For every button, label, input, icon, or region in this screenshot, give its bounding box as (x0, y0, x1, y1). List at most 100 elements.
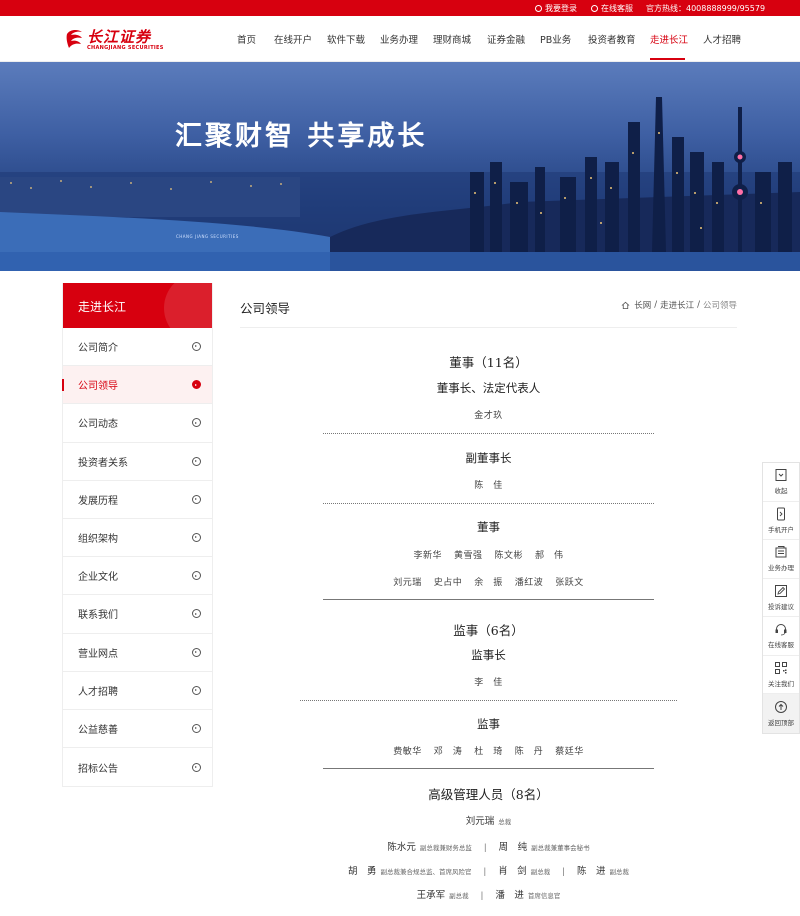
nav-active-underline (650, 58, 685, 60)
chevron-right-circle-icon (192, 380, 201, 390)
chevron-right-circle-icon (192, 723, 201, 733)
supervisor-members-title: 监事 (477, 717, 500, 731)
breadcrumb-current: 公司领导 (702, 301, 737, 311)
manager-role: 副总裁兼合规总监、首席风险官 (380, 868, 472, 876)
chevron-right-circle-icon (192, 456, 201, 466)
nav-business[interactable]: 业务办理 (380, 32, 418, 46)
manager-name: 陈 进 (576, 866, 606, 877)
online-service-label: 在线客服 (601, 4, 633, 13)
management-row-3: 胡 勇副总裁兼合规总监、首席风险官 | 肖 剑副总裁 | 陈 进副总裁 (348, 866, 629, 877)
sidebar-item-label: 企业文化 (78, 572, 118, 584)
sidebar-item-history[interactable]: 发展历程 (63, 481, 212, 519)
sidebar-item-branches[interactable]: 营业网点 (63, 634, 212, 672)
complaint-button[interactable]: 投诉建议 (763, 579, 799, 617)
supervisor-name: 蔡廷华 (555, 747, 584, 757)
manager-role: 副总裁 (449, 892, 469, 900)
sidebar-item-organization[interactable]: 组织架构 (63, 519, 212, 558)
manager-name: 王承军 (416, 890, 446, 901)
chevron-right-circle-icon (192, 685, 201, 695)
business-handling-button[interactable]: 业务办理 (763, 540, 799, 579)
nav-open-account[interactable]: 在线开户 (274, 32, 312, 46)
sidebar-item-label: 营业网点 (78, 648, 118, 660)
nav-investor-education[interactable]: 投资者教育 (588, 32, 636, 46)
manager-name: 肖 剑 (498, 866, 527, 877)
sidebar-item-culture[interactable]: 企业文化 (63, 557, 212, 596)
director-name: 李新华 (413, 551, 442, 561)
management-title: 高级管理人员（8名） (428, 787, 549, 802)
online-service-button[interactable]: 在线客服 (763, 617, 799, 656)
sidebar-item-tenders[interactable]: 招标公告 (63, 748, 212, 786)
sidebar: 走进长江 公司简介 公司领导 公司动态 投资者关系 发展历程 组织架构 企业文化… (62, 283, 213, 788)
sidebar-item-label: 发展历程 (78, 495, 118, 507)
back-to-top-button[interactable]: 返回顶部 (763, 694, 799, 733)
follow-us-button[interactable]: 关注我们 (763, 656, 799, 694)
nav-securities-finance[interactable]: 证券金融 (487, 32, 525, 46)
supervisor-name: 杜 琦 (474, 747, 503, 757)
sidebar-item-label: 公司领导 (78, 381, 118, 393)
director-name: 郝 伟 (535, 551, 564, 561)
sidebar-item-contact[interactable]: 联系我们 (63, 595, 212, 634)
online-service-label: 在线客服 (768, 641, 794, 650)
header: 长江证券 CHANGJIANG SECURITIES 首页 在线开户 软件下载 … (0, 16, 800, 62)
director-name: 陈文彬 (494, 551, 524, 561)
edit-pen-icon (775, 584, 787, 597)
nav-software-download[interactable]: 软件下载 (327, 32, 365, 46)
follow-us-label: 关注我们 (768, 679, 794, 688)
sidebar-item-company-leaders[interactable]: 公司领导 (62, 366, 212, 405)
nav-wealth-mall[interactable]: 理财商城 (433, 32, 471, 46)
director-name: 张跃文 (555, 578, 584, 588)
director-name: 刘元瑞 (393, 578, 422, 588)
headset-icon (591, 5, 598, 12)
chair-title: 董事长、法定代表人 (436, 381, 541, 395)
sidebar-item-charity[interactable]: 公益慈善 (63, 710, 212, 749)
chevron-right-circle-icon (192, 494, 201, 504)
management-row-2: 陈水元 副总裁兼财务总监 | 周 纯副总裁兼董事会秘书 (387, 842, 590, 853)
chevron-right-circle-icon (192, 647, 201, 657)
banner-slogan: 汇聚财智 共享成长 (175, 121, 428, 152)
collapse-button[interactable]: 收起 (763, 463, 799, 502)
arrow-up-circle-icon (775, 700, 787, 713)
director-name: 黄雪强 (453, 551, 483, 561)
breadcrumb: 长网 / 走进长江 / 公司领导 (621, 299, 737, 311)
management-row-4: 王承军 副总裁 | 潘 进首席信息官 (416, 890, 561, 901)
nav-careers[interactable]: 人才招聘 (703, 32, 741, 46)
sidebar-title-decoration (164, 283, 212, 328)
director-name: 潘红波 (514, 578, 544, 588)
sidebar-item-label: 投资者关系 (78, 457, 128, 469)
breadcrumb-about[interactable]: 走进长江 (660, 299, 694, 311)
hero-banner: 汇聚财智 共享成长 CHANG JIANG SECURITIES (0, 62, 800, 271)
section-divider (323, 768, 654, 769)
collapse-icon (775, 469, 787, 482)
section-divider (323, 599, 654, 600)
sidebar-item-careers[interactable]: 人才招聘 (63, 672, 212, 710)
nav-home[interactable]: 首页 (237, 32, 256, 46)
page-title: 公司领导 (240, 301, 291, 316)
breadcrumb-home[interactable]: 长网 (634, 299, 651, 311)
nav-about[interactable]: 走进长江 (650, 32, 688, 46)
nav-pb-business[interactable]: PB业务 (540, 32, 571, 46)
chief-supervisor-name: 李 佳 (474, 678, 503, 688)
login-link[interactable]: 我要登录 (535, 3, 577, 14)
user-icon (535, 5, 542, 12)
directors-title: 董事 (477, 520, 500, 534)
online-service-link[interactable]: 在线客服 (591, 3, 633, 14)
business-handling-label: 业务办理 (768, 564, 794, 573)
chevron-right-circle-icon (192, 418, 201, 428)
sidebar-title: 走进长江 (63, 283, 212, 328)
hotline-label: 官方热线：4008888999/95579 (646, 4, 766, 13)
sidebar-title-label: 走进长江 (78, 300, 127, 314)
banner-sub-logo: CHANG JIANG SECURITIES (176, 234, 239, 239)
vice-chair-name: 陈 佳 (474, 481, 503, 491)
document-icon (775, 546, 787, 558)
sidebar-item-label: 公司简介 (78, 343, 118, 355)
mobile-phone-icon (777, 507, 785, 521)
sidebar-item-company-profile[interactable]: 公司简介 (63, 328, 212, 367)
mobile-account-button[interactable]: 手机开户 (763, 502, 799, 540)
sidebar-item-investor-relations[interactable]: 投资者关系 (63, 443, 212, 481)
supervisors-title: 监事（6名） (453, 623, 524, 638)
manager-role: 副总裁 (609, 868, 629, 876)
sidebar-item-label: 组织架构 (78, 534, 118, 546)
sidebar-item-company-news[interactable]: 公司动态 (63, 404, 212, 443)
qr-code-icon (775, 661, 787, 674)
hotline-text: 官方热线：4008888999/95579 (646, 3, 765, 14)
